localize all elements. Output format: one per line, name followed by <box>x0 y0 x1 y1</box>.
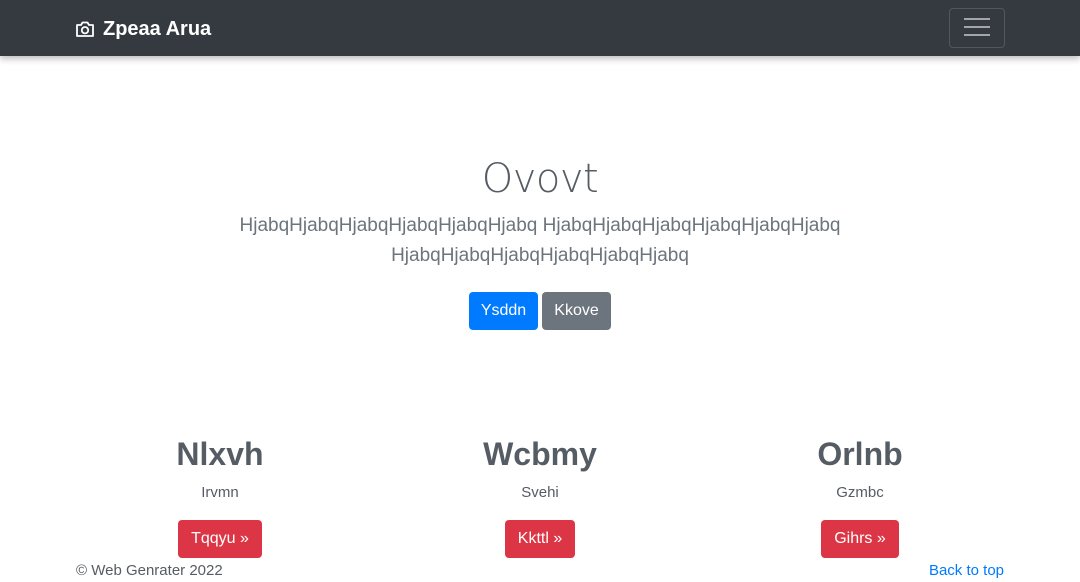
camera-icon <box>75 20 95 38</box>
feature-button[interactable]: Kkttl » <box>504 520 576 558</box>
back-to-top-link[interactable]: Back to top <box>929 561 1004 581</box>
hero-title: Ovovt <box>481 156 599 202</box>
feature-text: Svehi <box>521 484 559 501</box>
brand-label: Zpeaa Arua <box>103 17 212 40</box>
brand-link[interactable]: Zpeaa Arua <box>75 17 211 41</box>
hamburger-menu-icon <box>963 16 991 41</box>
feature-heading: Orlnb <box>817 436 903 472</box>
feature-text: Irvmn <box>201 484 239 501</box>
feature-heading: Wcbmy <box>483 436 597 472</box>
feature-heading: Nlxvh <box>176 436 264 472</box>
hero-lead-text: HjabqHjabqHjabqHjabqHjabqHjabq HjabqHjab… <box>239 215 841 266</box>
feature-text: Gzmbc <box>836 484 884 501</box>
hero-secondary-button[interactable]: Kkove <box>542 292 611 330</box>
footer-copyright: © Web Genrater 2022 <box>76 562 223 579</box>
feature-column-1: Nlxvh Irvmn Tqqyu » <box>70 434 370 558</box>
navbar: Zpeaa Arua <box>0 0 1080 56</box>
hero-primary-button[interactable]: Ysddn <box>469 292 538 330</box>
feature-column-3: Orlnb Gzmbc Gihrs » <box>710 434 1010 558</box>
navbar-toggler-button[interactable] <box>949 8 1005 48</box>
hero-button-group: Ysddn Kkove <box>0 292 1080 330</box>
feature-button[interactable]: Gihrs » <box>821 520 899 558</box>
feature-button[interactable]: Tqqyu » <box>178 520 262 558</box>
feature-column-2: Wcbmy Svehi Kkttl » <box>390 434 690 558</box>
